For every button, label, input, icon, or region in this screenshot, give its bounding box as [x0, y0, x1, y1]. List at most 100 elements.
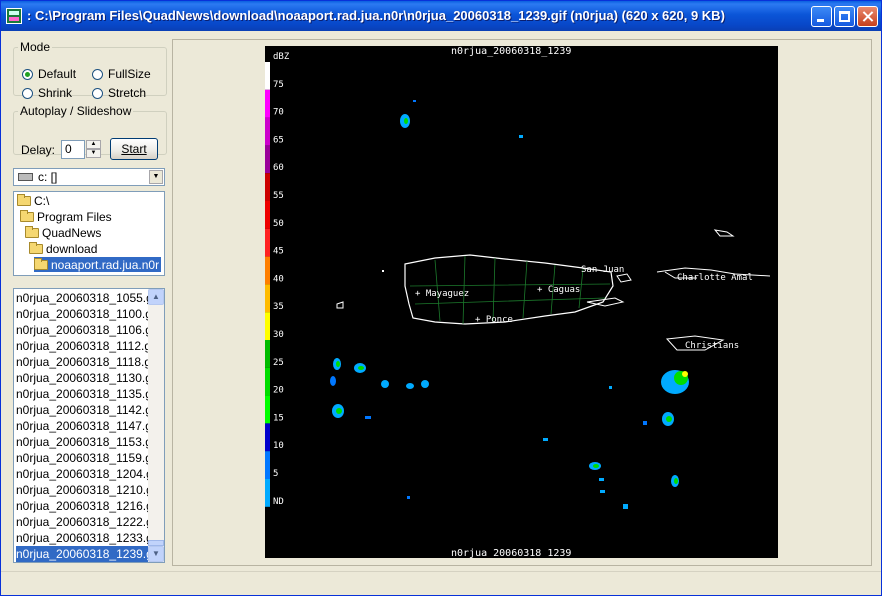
- echo-cell: [643, 421, 647, 425]
- tree-item-program-files[interactable]: Program Files: [20, 209, 114, 224]
- scale-color-band: [265, 451, 270, 479]
- file-item[interactable]: n0rjua_20060318_1159.gif: [16, 450, 160, 466]
- scale-color-band: [265, 117, 270, 146]
- scale-label: 65: [273, 135, 284, 145]
- file-item[interactable]: n0rjua_20060318_1118.gif: [16, 354, 159, 370]
- scale-label: 10: [273, 441, 284, 451]
- echo-cell: [543, 438, 548, 441]
- tree-item-c-drive[interactable]: C:\: [17, 193, 51, 208]
- echo-cell: [666, 416, 672, 422]
- scale-color-band: [265, 228, 270, 257]
- title-bar[interactable]: : C:\Program Files\QuadNews\download\noa…: [1, 1, 881, 31]
- scale-label: 75: [273, 80, 284, 90]
- file-item[interactable]: n0rjua_20060318_1233.gif: [16, 530, 161, 546]
- file-item[interactable]: n0rjua_20060318_1112.gif: [16, 338, 159, 354]
- mode-fullsize-radio[interactable]: FullSize: [92, 67, 151, 81]
- file-item[interactable]: n0rjua_20060318_1130.gif: [16, 370, 160, 386]
- close-button[interactable]: [857, 6, 878, 27]
- delay-input[interactable]: 0: [61, 140, 85, 159]
- folder-open-icon: [20, 209, 34, 222]
- file-item[interactable]: n0rjua_20060318_1147.gif: [16, 418, 160, 434]
- scale-color-band: [265, 284, 270, 313]
- minimize-button[interactable]: [811, 6, 832, 27]
- scale-label: 40: [273, 274, 284, 284]
- autoplay-group: Autoplay / Slideshow Delay: 0 ▲ ▼ Start: [13, 104, 167, 160]
- drive-select[interactable]: c: [] ▼: [13, 168, 165, 186]
- echo-cell: [365, 416, 371, 419]
- radar-header: n0rjua_20060318_1239: [451, 46, 571, 57]
- echo-cell: [623, 504, 628, 509]
- tree-item-label: Program Files: [37, 209, 112, 224]
- echo-cell: [330, 376, 336, 386]
- scale-color-band: [265, 62, 270, 90]
- app-window: : C:\Program Files\QuadNews\download\noa…: [0, 0, 882, 596]
- tree-item-label: C:\: [34, 193, 50, 208]
- scale-label: 60: [273, 163, 284, 173]
- scale-color-band: [265, 312, 270, 340]
- folder-open-icon: [34, 257, 48, 270]
- file-item[interactable]: n0rjua_20060318_1100.gif: [16, 306, 160, 322]
- radio-unchecked-icon: [92, 87, 103, 99]
- tree-item-noaaport[interactable]: noaaport.rad.jua.n0r: [34, 257, 162, 272]
- precipitation-echoes: [330, 100, 689, 509]
- file-list[interactable]: n0rjua_20060318_1055.gif n0rjua_20060318…: [13, 288, 165, 563]
- status-bar: [1, 571, 881, 596]
- file-item[interactable]: n0rjua_20060318_1055.gif: [16, 290, 161, 306]
- file-item-selected[interactable]: n0rjua_20060318_1239.gif: [16, 546, 161, 562]
- spin-up-button[interactable]: ▲: [86, 140, 101, 149]
- echo-cell: [406, 383, 414, 389]
- spin-down-button[interactable]: ▼: [86, 149, 101, 158]
- echo-cell: [381, 380, 389, 388]
- scale-label: 5: [273, 469, 278, 479]
- radio-unchecked-icon: [22, 87, 33, 99]
- scale-color-band: [265, 201, 270, 229]
- mode-default-radio[interactable]: Default: [22, 67, 76, 81]
- radio-checked-icon: [22, 68, 33, 80]
- echo-cell: [336, 361, 340, 367]
- file-item[interactable]: n0rjua_20060318_1210.gif: [16, 482, 161, 498]
- scale-label: 35: [273, 302, 284, 312]
- echo-cell: [421, 380, 429, 388]
- virgin-islands-outline: [713, 229, 735, 237]
- file-item[interactable]: n0rjua_20060318_1204.gif: [16, 466, 161, 482]
- file-list-scrollbar[interactable]: ▲ ▼: [148, 289, 164, 562]
- start-button[interactable]: Start: [110, 138, 158, 160]
- echo-cell: [519, 135, 523, 138]
- tree-item-label: noaaport.rad.jua.n0r: [51, 257, 160, 272]
- radar-image: dBZ 75 70 65 60 55 50 45 40 35 30 25 20 15 10 5 ND n0rju…: [265, 46, 778, 558]
- mode-legend: Mode: [20, 40, 51, 54]
- file-item[interactable]: n0rjua_20060318_1106.gif: [16, 322, 160, 338]
- window-title: : C:\Program Files\QuadNews\download\noa…: [27, 8, 725, 23]
- echo-cell: [413, 100, 416, 102]
- scale-color-band: [265, 173, 270, 201]
- scale-color-band: [265, 423, 270, 452]
- echo-cell: [674, 478, 678, 484]
- scale-label: dBZ: [273, 52, 290, 62]
- file-item[interactable]: n0rjua_20060318_1222.gif: [16, 514, 161, 530]
- mode-stretch-radio[interactable]: Stretch: [92, 86, 146, 100]
- scroll-down-icon[interactable]: ▼: [148, 546, 164, 562]
- file-item[interactable]: n0rjua_20060318_1135.gif: [16, 386, 160, 402]
- mode-shrink-label: Shrink: [38, 86, 73, 100]
- app-icon[interactable]: [6, 8, 22, 24]
- drive-icon: [18, 173, 33, 181]
- echo-cell: [358, 366, 364, 370]
- file-item[interactable]: n0rjua_20060318_1153.gif: [16, 434, 160, 450]
- scale-color-band: [265, 256, 270, 285]
- scale-label: ND: [273, 497, 284, 507]
- scroll-up-icon[interactable]: ▲: [148, 289, 164, 305]
- maximize-button[interactable]: [834, 6, 855, 27]
- place-label: + Mayaguez: [415, 289, 469, 299]
- mode-default-label: Default: [38, 67, 77, 81]
- vieques-outline: [586, 297, 625, 307]
- scale-label: 70: [273, 108, 284, 118]
- file-item[interactable]: n0rjua_20060318_1142.gif: [16, 402, 160, 418]
- tree-item-quadnews[interactable]: QuadNews: [25, 225, 103, 240]
- mona-outline: [336, 301, 344, 309]
- scale-label: 50: [273, 219, 284, 229]
- file-item[interactable]: n0rjua_20060318_1216.gif: [16, 498, 161, 514]
- chevron-down-icon[interactable]: ▼: [149, 170, 163, 184]
- tree-item-download[interactable]: download: [29, 241, 99, 256]
- mode-shrink-radio[interactable]: Shrink: [22, 86, 72, 100]
- folder-open-icon: [25, 225, 39, 238]
